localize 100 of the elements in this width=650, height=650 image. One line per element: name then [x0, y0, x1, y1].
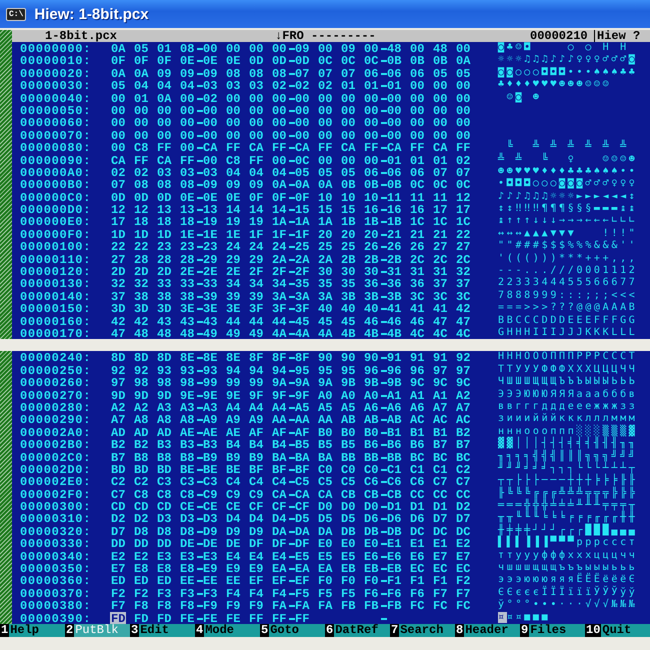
hex-byte: 00	[432, 79, 448, 94]
address-label: 000002A0:	[19, 426, 92, 438]
hex-byte: 24	[271, 240, 288, 254]
function-key[interactable]: 3 Edit	[130, 624, 195, 637]
hex-byte: 19	[225, 215, 242, 230]
function-key[interactable]: 4 Mode	[195, 624, 260, 637]
ascii-text: ▌▌▌▐▐▐▀▀▀рррссст	[498, 537, 638, 550]
hex-byte: 48	[179, 326, 196, 340]
hex-byte: D4	[271, 512, 288, 526]
hex-byte: 05	[455, 66, 472, 81]
hex-byte: A5	[294, 400, 310, 415]
function-key[interactable]: 1 Help	[0, 624, 65, 637]
hex-byte: FF	[271, 141, 288, 156]
hex-byte: BA	[317, 450, 334, 464]
hex-byte: D4	[248, 512, 264, 526]
address-label: 00000140:	[19, 290, 92, 302]
hex-byte: BB	[386, 450, 402, 464]
hex-byte: 09	[248, 178, 264, 192]
hex-byte: D7	[432, 512, 448, 526]
hex-byte: B3	[202, 438, 218, 452]
function-key[interactable]: 5 Goto	[260, 624, 325, 637]
hex-byte: 16	[363, 203, 380, 218]
function-key[interactable]: 7 Search	[390, 624, 455, 637]
hex-byte: FB	[386, 599, 402, 614]
hex-byte: CA	[386, 141, 402, 156]
address-label: 000000E0:	[19, 215, 92, 228]
ascii-text: зииийййккклллммм	[498, 413, 638, 424]
function-key[interactable]: 6 DatRef	[325, 624, 390, 637]
hex-byte: AD	[133, 426, 150, 440]
hex-byte: B9	[225, 450, 242, 464]
address-label: 00000370:	[19, 586, 92, 600]
function-key[interactable]: 8 Header	[455, 624, 520, 637]
hex-byte: 12	[133, 203, 150, 218]
hex-byte: 03	[248, 79, 264, 94]
hex-byte: F3	[179, 586, 196, 601]
hex-byte: 3B	[340, 290, 356, 304]
hex-byte: 1C	[409, 215, 426, 230]
address-label: 00000000:	[19, 42, 92, 54]
hex-byte: AC	[409, 413, 426, 428]
hex-byte: 1C	[455, 215, 472, 230]
hex-byte: A9	[248, 413, 264, 428]
hex-byte: 8D	[133, 351, 150, 366]
hex-byte: 34	[271, 277, 288, 292]
hex-byte: 39	[202, 290, 218, 304]
hex-byte: A7	[432, 400, 448, 415]
hex-byte: E3	[179, 550, 196, 564]
ascii-text: ===>>>???@@@AAAB	[498, 302, 638, 315]
hex-byte: 0F	[110, 54, 126, 68]
hex-byte: 00	[409, 79, 426, 94]
hex-byte: C8	[156, 488, 172, 502]
hex-byte: 00	[225, 104, 242, 118]
hex-byte: E6	[409, 550, 426, 564]
hex-byte: 00	[271, 116, 288, 130]
hex-byte: FB	[363, 599, 380, 614]
hex-byte: 97	[455, 364, 472, 378]
hex-byte: E2	[455, 537, 472, 552]
hex-byte: 9E	[225, 388, 242, 403]
hex-byte: 19	[248, 215, 264, 230]
function-key[interactable]: 9 Files	[520, 624, 585, 637]
hex-byte: F2	[110, 586, 126, 601]
ascii-text: BBCCCDDDEEEFFFGG	[498, 314, 638, 327]
hex-byte: 32	[133, 277, 150, 292]
hex-byte: 27	[110, 252, 126, 267]
hex-byte: B8	[133, 450, 150, 464]
hex-byte: A1	[409, 388, 426, 403]
ascii-text: ♣♦♦♦♥♥♥☻☻☻☺☺☺	[498, 79, 612, 92]
ascii-text: ↔↔↔▲▲▲▼▼▼ !!!"	[498, 228, 638, 240]
hex-byte: 17	[455, 203, 472, 218]
ascii-text: ╟╚╚╚╔╔╔╩╩╩╦╦╦╠╠╠	[498, 488, 638, 499]
hex-byte: DF	[248, 537, 264, 552]
hex-byte: 2E	[225, 265, 242, 280]
hex-byte: 3A	[317, 290, 334, 304]
hex-byte: CD	[133, 500, 150, 514]
hex-byte: 00	[202, 116, 218, 130]
hex-byte: 4B	[340, 326, 356, 340]
hex-byte: 16	[409, 203, 426, 218]
hex-byte: BB	[340, 450, 356, 464]
hex-byte: 40	[317, 302, 334, 316]
function-key[interactable]: 10 Quit	[585, 624, 650, 637]
hex-byte: 30	[340, 265, 356, 280]
hex-byte: 1C	[432, 215, 448, 230]
hex-byte: CA	[202, 141, 218, 156]
hex-byte: AB	[340, 413, 356, 428]
hex-byte: 12	[455, 190, 472, 205]
hex-byte: 02	[294, 79, 310, 94]
hex-byte: EA	[271, 562, 288, 576]
hex-byte: C4	[248, 475, 264, 490]
hex-byte: 0E	[179, 190, 196, 205]
hex-byte: BC	[409, 450, 426, 464]
address-label: 00000330:	[19, 537, 92, 550]
hex-byte: 00	[409, 116, 426, 130]
hex-byte: DD	[110, 537, 126, 552]
hex-byte: DD	[133, 537, 150, 552]
hex-byte: 2C	[455, 252, 472, 267]
hex-byte: 01	[340, 79, 356, 94]
hex-byte: AE	[225, 426, 242, 440]
address-label: 00000020:	[19, 66, 92, 80]
ascii-text: ☼☼☼♫♫♫♪♪♪♀♀♀♂♂♂◙	[498, 54, 638, 67]
hex-byte: AE	[179, 426, 196, 440]
hex-byte: 00	[432, 128, 448, 143]
